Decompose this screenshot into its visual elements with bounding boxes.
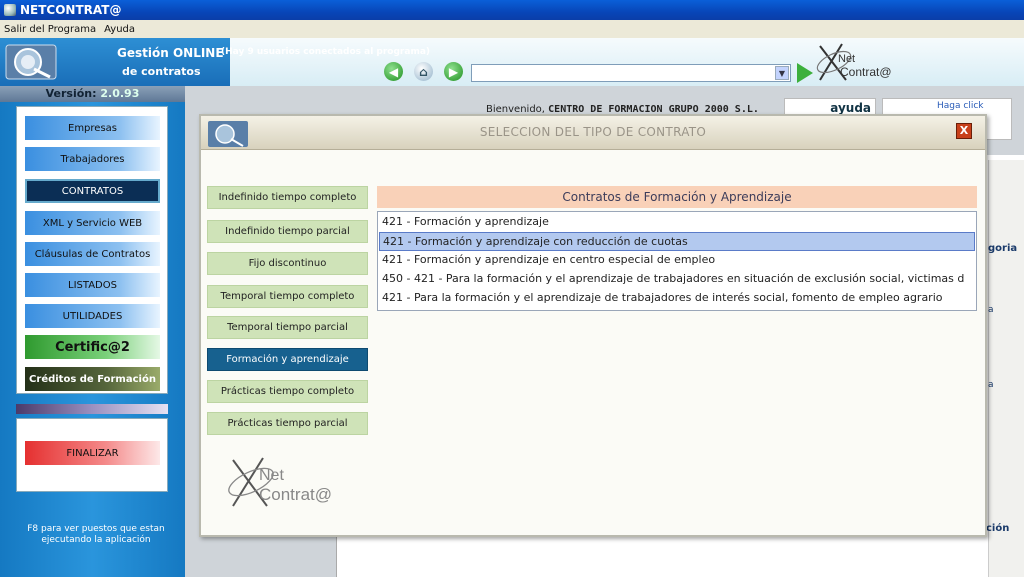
app-header: Gestión ONLINE de contratos (Hay 9 usuar… — [0, 38, 1024, 86]
sidebar-item-contratos[interactable]: CONTRATOS — [25, 179, 160, 203]
close-icon[interactable]: X — [956, 123, 972, 139]
svg-text:Contrat@: Contrat@ — [259, 485, 332, 504]
netcontrata-logo: Net Contrat@ — [228, 457, 332, 507]
back-icon[interactable]: ◀ — [384, 62, 403, 81]
contracts-list-header: Contratos de Formación y Aprendizaje — [377, 186, 977, 208]
version-label: Versión: — [45, 87, 97, 100]
type-practicas-parcial[interactable]: Prácticas tiempo parcial — [207, 412, 368, 435]
type-practicas-completo[interactable]: Prácticas tiempo completo — [207, 380, 368, 403]
app-icon — [4, 4, 16, 16]
address-combobox[interactable]: ▼ — [471, 64, 791, 82]
app-logo-icon — [5, 44, 57, 80]
sidebar: Versión: 2.0.93 Empresas Trabajadores CO… — [0, 86, 185, 577]
users-status: (Hay 9 usuarios conectados al programa) — [221, 47, 431, 57]
background-fragment-a2: a — [988, 380, 994, 390]
finalizar-panel: FINALIZAR — [16, 418, 168, 492]
type-indefinido-completo[interactable]: Indefinido tiempo completo — [207, 186, 368, 209]
sidebar-item-xml[interactable]: XML y Servicio WEB — [25, 211, 160, 235]
haga-click-label: Haga click — [937, 101, 984, 111]
svg-text:Contrat@: Contrat@ — [840, 65, 892, 79]
home-icon[interactable]: ⌂ — [414, 62, 433, 81]
netcontrata-logo: Net Contrat@ — [816, 43, 892, 81]
finalizar-button[interactable]: FINALIZAR — [25, 441, 160, 465]
dialog-header: SELECCION DEL TIPO DE CONTRATO X — [201, 116, 985, 150]
chevron-down-icon[interactable]: ▼ — [775, 66, 789, 80]
sidebar-item-clausulas[interactable]: Cláusulas de Contratos — [25, 242, 160, 266]
list-item[interactable]: 421 - Para la formación y el aprendizaje… — [379, 289, 975, 308]
type-fijo-discontinuo[interactable]: Fijo discontinuo — [207, 252, 368, 275]
sidebar-item-utilidades[interactable]: UTILIDADES — [25, 304, 160, 328]
sidebar-menu: Empresas Trabajadores CONTRATOS XML y Se… — [16, 106, 168, 394]
menubar: Salir del Programa Ayuda — [0, 20, 1024, 38]
header-title: Gestión ONLINE — [117, 46, 224, 60]
list-item[interactable]: 421 - Formación y aprendizaje en centro … — [379, 251, 975, 270]
svg-text:Net: Net — [259, 467, 284, 484]
sidebar-item-creditos[interactable]: Créditos de Formación — [25, 367, 160, 391]
list-item[interactable]: 421 - Formación y aprendizaje — [379, 213, 975, 232]
svg-text:Net: Net — [838, 53, 855, 65]
window-title: NETCONTRAT@ — [20, 3, 122, 17]
type-indefinido-parcial[interactable]: Indefinido tiempo parcial — [207, 220, 368, 243]
background-fragment-a1: a — [988, 305, 994, 315]
go-icon[interactable] — [797, 63, 813, 83]
contract-type-dialog: SELECCION DEL TIPO DE CONTRATO X Indefin… — [199, 114, 987, 537]
type-formacion-aprendizaje[interactable]: Formación y aprendizaje — [207, 348, 368, 371]
background-fragment-cion[interactable]: ción — [986, 523, 1009, 534]
forward-icon[interactable]: ▶ — [444, 62, 463, 81]
menu-salir[interactable]: Salir del Programa — [0, 24, 100, 35]
version-bar: Versión: 2.0.93 — [0, 86, 185, 102]
sidebar-hint: F8 para ver puestos que estan ejecutando… — [27, 524, 165, 545]
dialog-title: SELECCION DEL TIPO DE CONTRATO — [479, 125, 707, 139]
window-titlebar: NETCONTRAT@ — [0, 0, 1024, 20]
type-temporal-parcial[interactable]: Temporal tiempo parcial — [207, 316, 368, 339]
sidebar-item-listados[interactable]: LISTADOS — [25, 273, 160, 297]
sidebar-item-trabajadores[interactable]: Trabajadores — [25, 147, 160, 171]
menu-ayuda[interactable]: Ayuda — [100, 24, 139, 35]
contracts-list[interactable]: 421 - Formación y aprendizaje 421 - Form… — [377, 211, 977, 311]
type-temporal-completo[interactable]: Temporal tiempo completo — [207, 285, 368, 308]
version-value: 2.0.93 — [100, 87, 140, 100]
sidebar-item-empresas[interactable]: Empresas — [25, 116, 160, 140]
header-brand-panel: Gestión ONLINE de contratos — [0, 38, 230, 86]
sidebar-divider — [16, 404, 168, 414]
background-right-panel — [988, 160, 1024, 577]
list-item[interactable]: 450 - 421 - Para la formación y el apren… — [379, 270, 975, 289]
header-subtitle: de contratos — [122, 65, 201, 78]
background-fragment-categoria: goria — [988, 243, 1018, 254]
sidebar-item-certifica2[interactable]: Certific@2 — [25, 335, 160, 359]
list-item-selected[interactable]: 421 - Formación y aprendizaje con reducc… — [379, 232, 975, 251]
